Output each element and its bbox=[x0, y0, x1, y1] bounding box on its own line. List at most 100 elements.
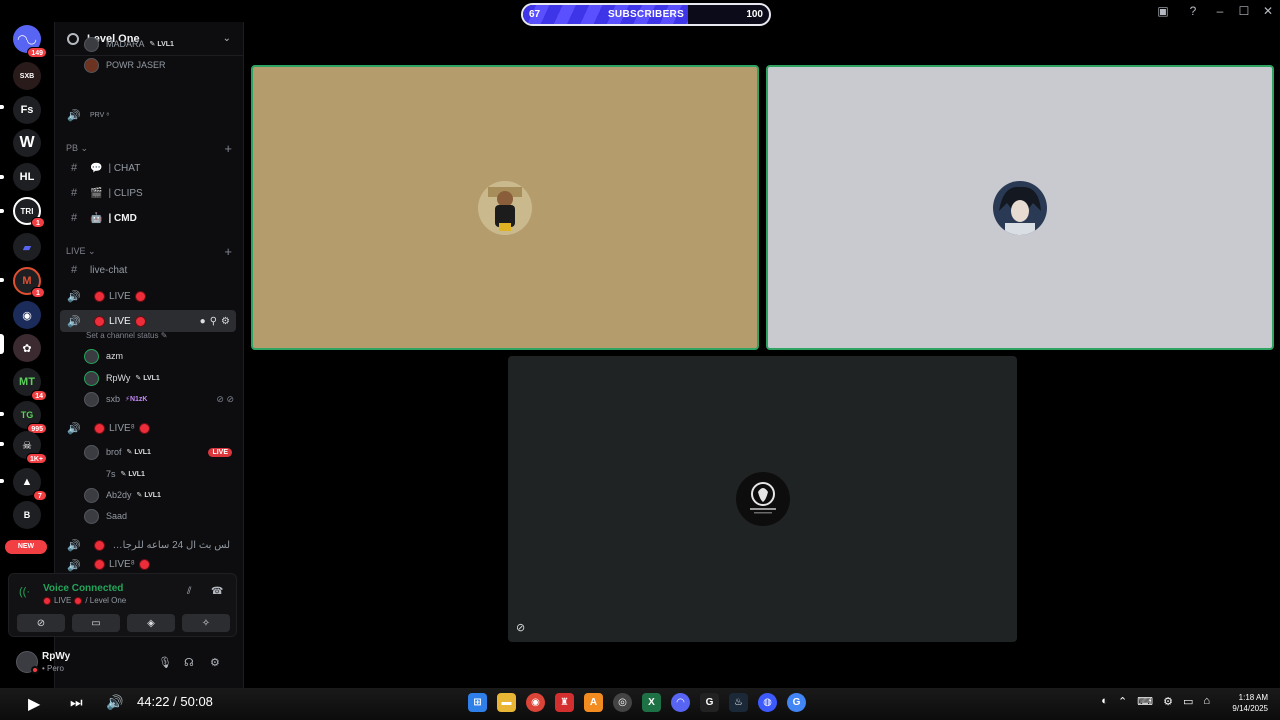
category-live[interactable]: LIVE ⌄ + bbox=[66, 244, 232, 259]
close-button[interactable]: ✕ bbox=[1256, 4, 1280, 18]
inbox-icon[interactable]: ▣ bbox=[1148, 4, 1178, 18]
maximize-button[interactable]: ☐ bbox=[1232, 4, 1256, 18]
windows-start-icon[interactable]: ⊞ bbox=[468, 693, 487, 712]
play-icon[interactable]: ▶ bbox=[28, 694, 40, 714]
text-channel-cmd[interactable]: # 🤖 | CMD bbox=[60, 207, 236, 229]
clapper-icon: 🎬 bbox=[90, 187, 103, 199]
avatar bbox=[84, 444, 99, 460]
category-pb[interactable]: PB ⌄ + bbox=[66, 141, 232, 156]
voice-channel-path[interactable]: LIVE / Level One bbox=[43, 596, 126, 605]
server-icon[interactable]: W bbox=[13, 129, 41, 157]
avatar[interactable] bbox=[16, 651, 39, 674]
speaker-icon: 🔊 bbox=[67, 315, 81, 328]
soundboard-button[interactable]: ✧ bbox=[182, 614, 230, 632]
voice-user[interactable]: Ab2dy ✎ LVL1 bbox=[84, 485, 234, 505]
server-icon[interactable]: HL bbox=[13, 163, 41, 191]
invite-icon[interactable]: ⚲ bbox=[210, 316, 217, 327]
playback-time: 44:22 / 50:08 bbox=[137, 694, 213, 709]
display-icon[interactable]: ▭ bbox=[1183, 695, 1193, 708]
speaker-icon: 🔊 bbox=[67, 422, 81, 435]
video-tile-user-1[interactable] bbox=[251, 65, 759, 350]
app-icon[interactable]: ◍ bbox=[758, 693, 777, 712]
gear-icon[interactable]: ⚙ bbox=[1163, 695, 1173, 708]
home-button[interactable]: ◠◡ 149 bbox=[13, 25, 47, 58]
chevron-up-icon[interactable]: ⌃ bbox=[1118, 695, 1127, 708]
microphone-icon[interactable]: 🎙 bbox=[158, 656, 172, 669]
activities-button[interactable]: ◈ bbox=[127, 614, 175, 632]
red-circle-icon bbox=[138, 559, 150, 570]
keyboard-icon[interactable]: ⌨ bbox=[1137, 695, 1153, 708]
excel-icon[interactable]: X bbox=[642, 693, 661, 712]
server-icon[interactable]: ✿ bbox=[13, 334, 41, 362]
unread-pill bbox=[0, 278, 4, 282]
voice-channel-prv[interactable]: 🔊 PRV ⁸ bbox=[60, 104, 236, 126]
obs-icon[interactable]: ◎ bbox=[613, 693, 632, 712]
volume-icon[interactable]: 🔊 bbox=[106, 694, 123, 711]
next-track-icon[interactable]: ⏭ bbox=[70, 694, 83, 711]
server-icon[interactable]: MT 14 bbox=[13, 368, 47, 401]
gear-icon[interactable]: ⚙ bbox=[221, 316, 230, 327]
voice-user[interactable]: sxb ⚡N1zK ⊘ ⊘ bbox=[84, 389, 234, 409]
voice-user[interactable]: azm bbox=[84, 346, 234, 366]
network-icon[interactable]: ⌂ bbox=[1203, 695, 1210, 708]
video-tile-user-2[interactable] bbox=[766, 65, 1274, 350]
voice-user[interactable]: brof ✎ LVL1 LIVE bbox=[84, 442, 232, 462]
red-circle-icon bbox=[134, 315, 146, 327]
voice-channel-live-3[interactable]: 🔊 LIVE⁸ bbox=[60, 417, 236, 439]
voice-user[interactable]: 7s ✎ LVL1 bbox=[84, 464, 234, 484]
add-channel-icon[interactable]: + bbox=[224, 244, 232, 259]
voice-user[interactable]: MADARA ✎ LVL1 bbox=[84, 34, 234, 54]
server-icon[interactable]: TRI 1 bbox=[13, 197, 45, 228]
speaker-icon: 🔊 bbox=[67, 539, 81, 552]
app-icon[interactable]: G bbox=[787, 693, 806, 712]
signal-icon[interactable]: ((· bbox=[19, 586, 33, 600]
disconnect-icon[interactable]: ☎ bbox=[211, 586, 223, 597]
voice-user[interactable]: POWR JASER bbox=[84, 55, 234, 75]
voice-channel-live-4[interactable]: 🔊 LIVE⁸ bbox=[60, 559, 236, 572]
screen-share-button[interactable]: ▭ bbox=[72, 614, 120, 632]
text-channel-clips[interactable]: # 🎬 | CLIPS bbox=[60, 182, 236, 204]
text-channel-chat[interactable]: # 💬 | CHAT bbox=[60, 157, 236, 179]
headphones-icon[interactable]: ☊ bbox=[184, 656, 194, 669]
app-icon[interactable]: A bbox=[584, 693, 603, 712]
discord-icon[interactable]: ◠ bbox=[671, 693, 690, 712]
server-icon[interactable]: M1 bbox=[13, 267, 45, 298]
server-icon[interactable]: ◉ bbox=[13, 301, 41, 329]
folder-icon[interactable]: ▰ bbox=[13, 233, 41, 261]
chat-bubble-icon[interactable]: ● bbox=[200, 316, 206, 327]
steam-icon[interactable]: ♨ bbox=[729, 693, 748, 712]
channel-status-hint[interactable]: Set a channel status ✎ bbox=[86, 331, 167, 340]
server-icon[interactable]: ▲ 7 bbox=[13, 468, 47, 501]
server-icon[interactable]: ☠ 1K+ bbox=[13, 431, 47, 464]
voice-channel-live-2[interactable]: 🔊 LIVE ● ⚲ ⚙ bbox=[60, 310, 236, 332]
new-badge[interactable]: NEW bbox=[5, 540, 47, 554]
help-icon[interactable]: ? bbox=[1178, 4, 1208, 18]
settings-gear-icon[interactable]: ⚙ bbox=[210, 656, 220, 669]
app-icon[interactable]: ♜ bbox=[555, 693, 574, 712]
server-icon[interactable]: SXB bbox=[13, 62, 41, 90]
text-channel-live-chat[interactable]: # live-chat bbox=[60, 259, 236, 281]
voice-channel-live-1[interactable]: 🔊 LIVE bbox=[60, 285, 236, 307]
noise-suppression-icon[interactable]: ⫽ bbox=[187, 586, 191, 597]
file-explorer-icon[interactable]: ▬ bbox=[497, 693, 516, 712]
server-icon[interactable]: Fs bbox=[13, 96, 41, 124]
add-channel-icon[interactable]: + bbox=[224, 141, 232, 156]
red-circle-icon bbox=[94, 559, 105, 570]
video-tile-user-3[interactable]: ⊘ bbox=[508, 356, 1017, 642]
minimize-button[interactable]: – bbox=[1208, 4, 1232, 18]
app-icon[interactable]: G bbox=[700, 693, 719, 712]
voice-user[interactable]: Saad bbox=[84, 506, 234, 526]
toggle-icon[interactable]: ◐ bbox=[1101, 695, 1108, 708]
server-icon[interactable]: TG 995 bbox=[13, 401, 47, 434]
chrome-icon[interactable]: ◉ bbox=[526, 693, 545, 712]
voice-user[interactable]: RpWy ✎ LVL1 bbox=[84, 368, 234, 388]
red-circle-icon bbox=[43, 596, 51, 605]
system-clock[interactable]: 1:18 AM 9/14/2025 bbox=[1232, 692, 1268, 714]
server-icon[interactable]: B bbox=[13, 501, 41, 529]
voice-connected-title[interactable]: Voice Connected bbox=[43, 583, 123, 594]
camera-button[interactable]: ⊘ bbox=[17, 614, 65, 632]
system-tray: ◐ ⌃ ⌨ ⚙ ▭ ⌂ bbox=[1101, 695, 1210, 708]
user-panel: RpWy • Pero 🎙 ☊ ⚙ bbox=[8, 645, 237, 679]
speaker-icon: 🔊 bbox=[67, 290, 81, 303]
voice-channel-arabic[interactable]: 🔊لس بث ال 24 ساعه للرجال فقط... bbox=[60, 534, 236, 556]
